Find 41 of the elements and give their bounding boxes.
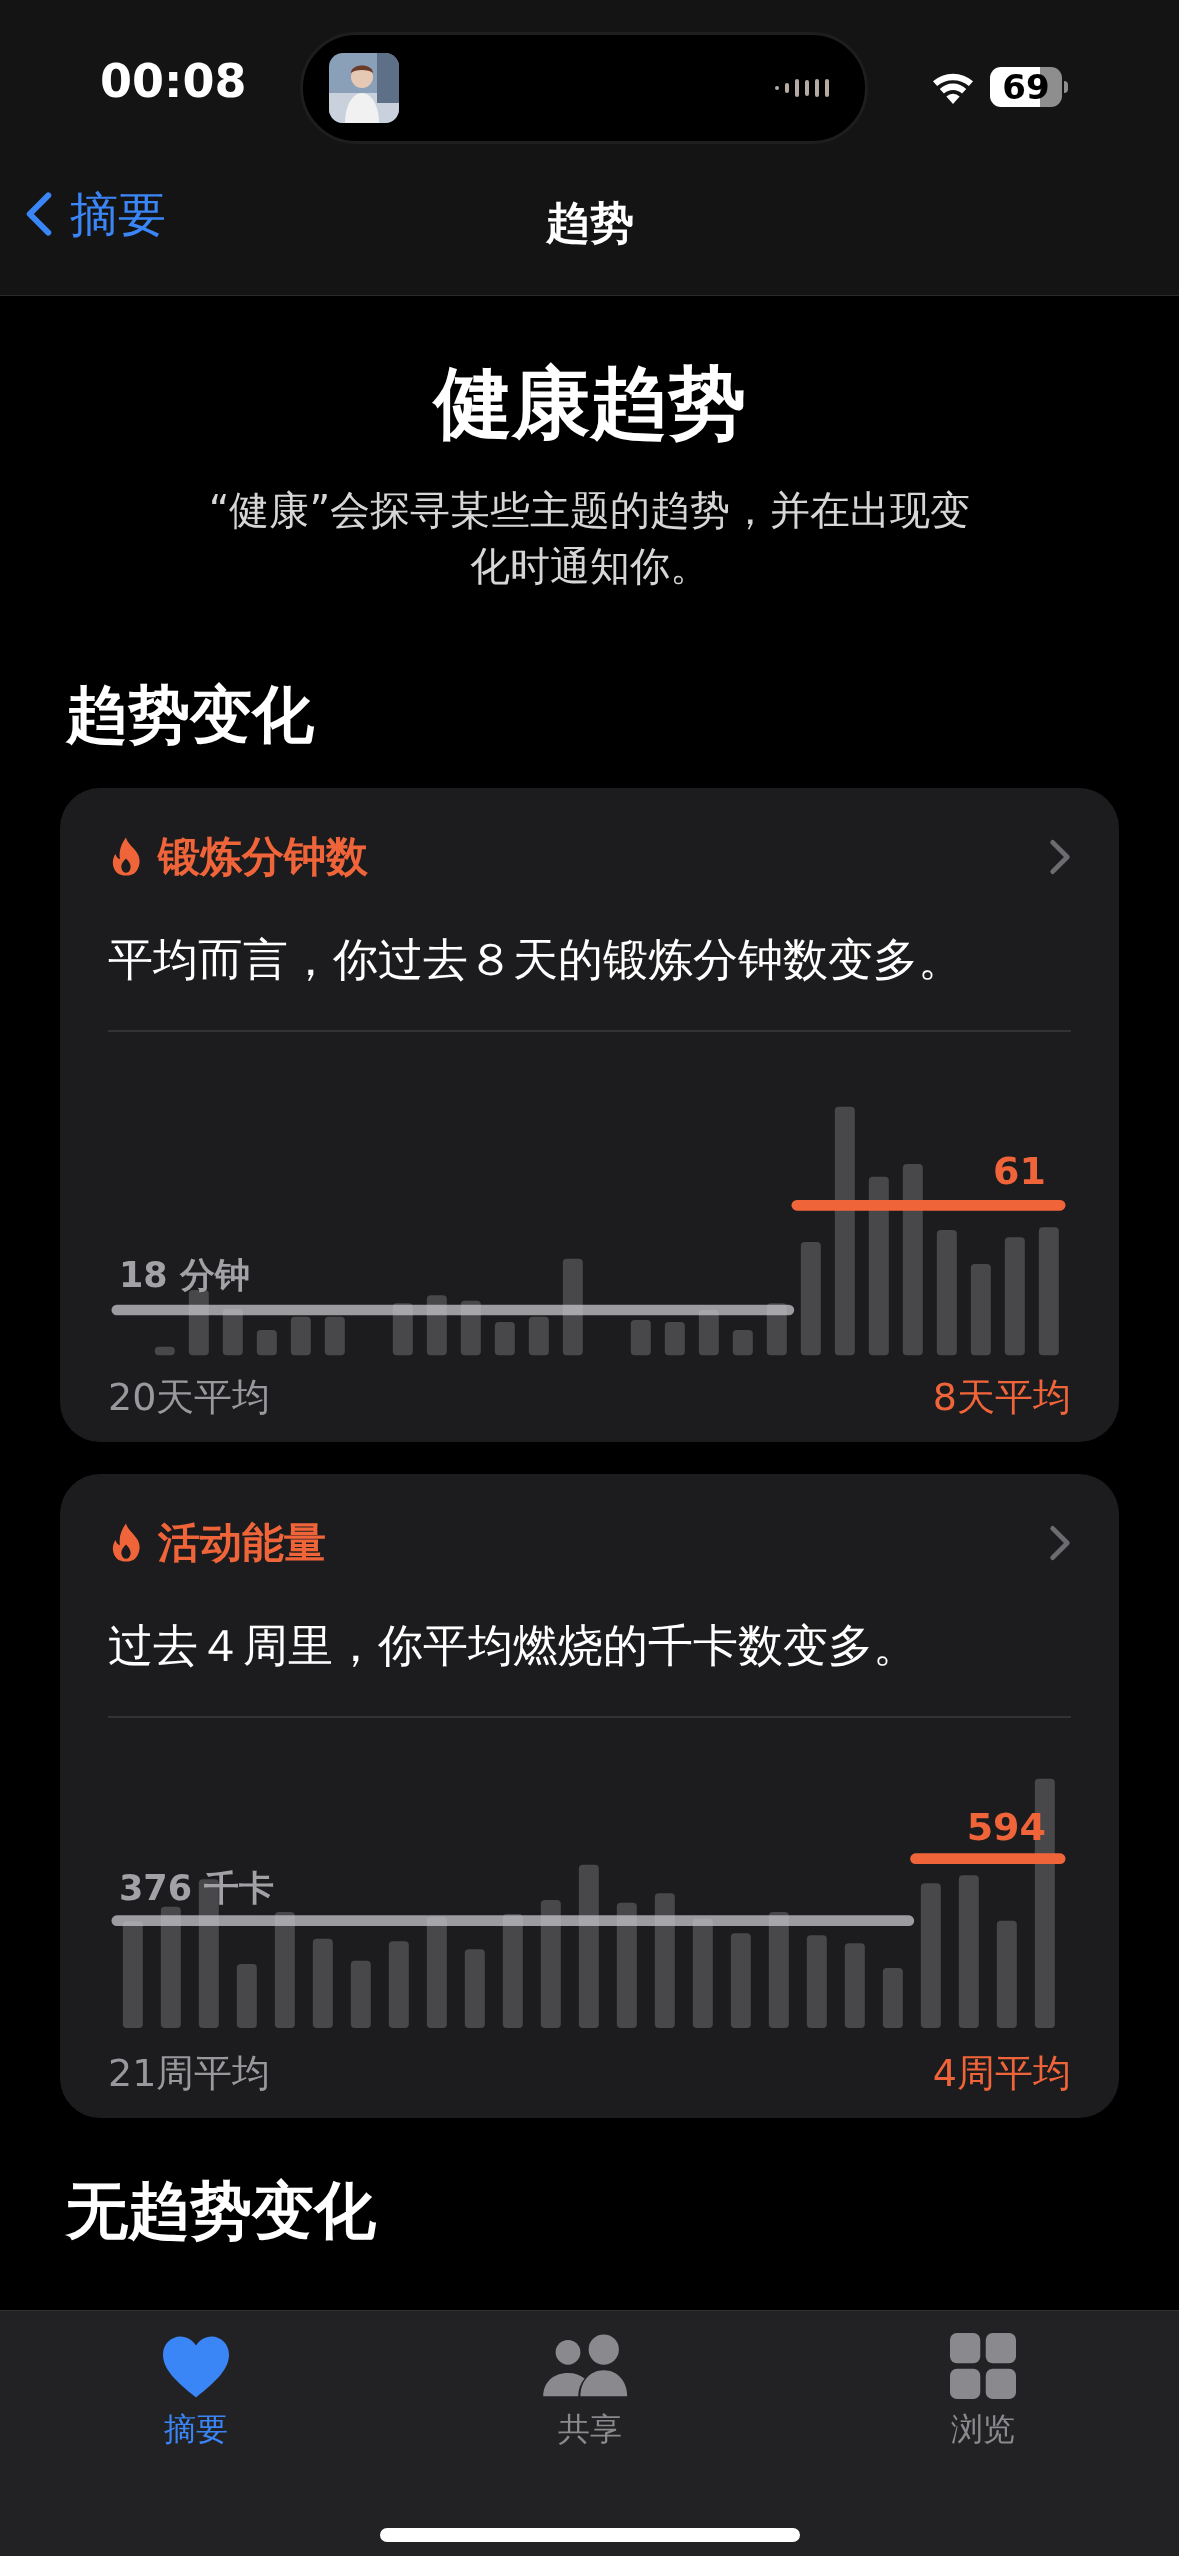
back-button[interactable]: 摘要 (26, 190, 166, 238)
chart-bar (528, 1316, 549, 1356)
section-heading: 趋势变化 (66, 684, 315, 746)
chart-bar (630, 1320, 651, 1356)
nav-title: 趋势 (545, 200, 634, 245)
trend-card[interactable]: 锻炼分钟数 平均而言，你过去８天的锻炼分钟数变多。 18 分钟 61 20天平均 8天平均 (60, 788, 1119, 1442)
recent-average-label: 594 (966, 1808, 1046, 1846)
recent-average-label: 61 (993, 1152, 1046, 1190)
page-subtitle: “健康”会探寻某些主题的趋势，并在出现变化时通知你。 (207, 486, 972, 591)
grid-icon (950, 2333, 1016, 2399)
section-heading: 无趋势变化 (66, 2180, 377, 2242)
chart-bar (290, 1316, 311, 1356)
chevron-left-icon (26, 191, 52, 237)
chevron-right-icon (1049, 838, 1071, 876)
tab-bar-item[interactable]: 共享 (459, 2333, 720, 2445)
chart-bar (350, 1960, 371, 2028)
trend-sentence: 过去４周里，你平均燃烧的千卡数变多。 (107, 1618, 919, 1674)
trend-sentence: 平均而言，你过去８天的锻炼分钟数变多。 (107, 932, 964, 988)
page-title: 健康趋势 (433, 364, 746, 442)
trend-card[interactable]: 活动能量 过去４周里，你平均燃烧的千卡数变多。 376 千卡 594 21周平均 4周平均 (60, 1474, 1119, 2118)
tab-bar-item[interactable]: 浏览 (853, 2333, 1113, 2445)
chart-bar (732, 1330, 753, 1356)
chart-bar (256, 1330, 277, 1356)
tab-bar-item[interactable]: 摘要 (66, 2333, 326, 2445)
recent-period-label: 4周平均 (932, 2054, 1071, 2092)
chart-bar (236, 1964, 257, 2028)
card-title: 活动能量 (158, 1522, 326, 1564)
chart-bar (324, 1316, 345, 1356)
chart-bar (664, 1322, 685, 1356)
baseline-period-label: 21周平均 (108, 2054, 271, 2092)
baseline-average-label: 376 千卡 (119, 1871, 275, 1906)
card-title: 锻炼分钟数 (158, 836, 368, 878)
baseline-period-label: 20天平均 (108, 1378, 271, 1416)
chart-bar (494, 1322, 515, 1356)
baseline-average-label: 18 分钟 (119, 1258, 250, 1293)
chevron-right-icon (1049, 1524, 1071, 1562)
battery-indicator: 69 (990, 67, 1068, 107)
status-time: 00:08 (100, 58, 247, 104)
recent-period-label: 8天平均 (932, 1378, 1071, 1416)
chart-bar (154, 1346, 175, 1356)
chart-bar (882, 1968, 903, 2028)
